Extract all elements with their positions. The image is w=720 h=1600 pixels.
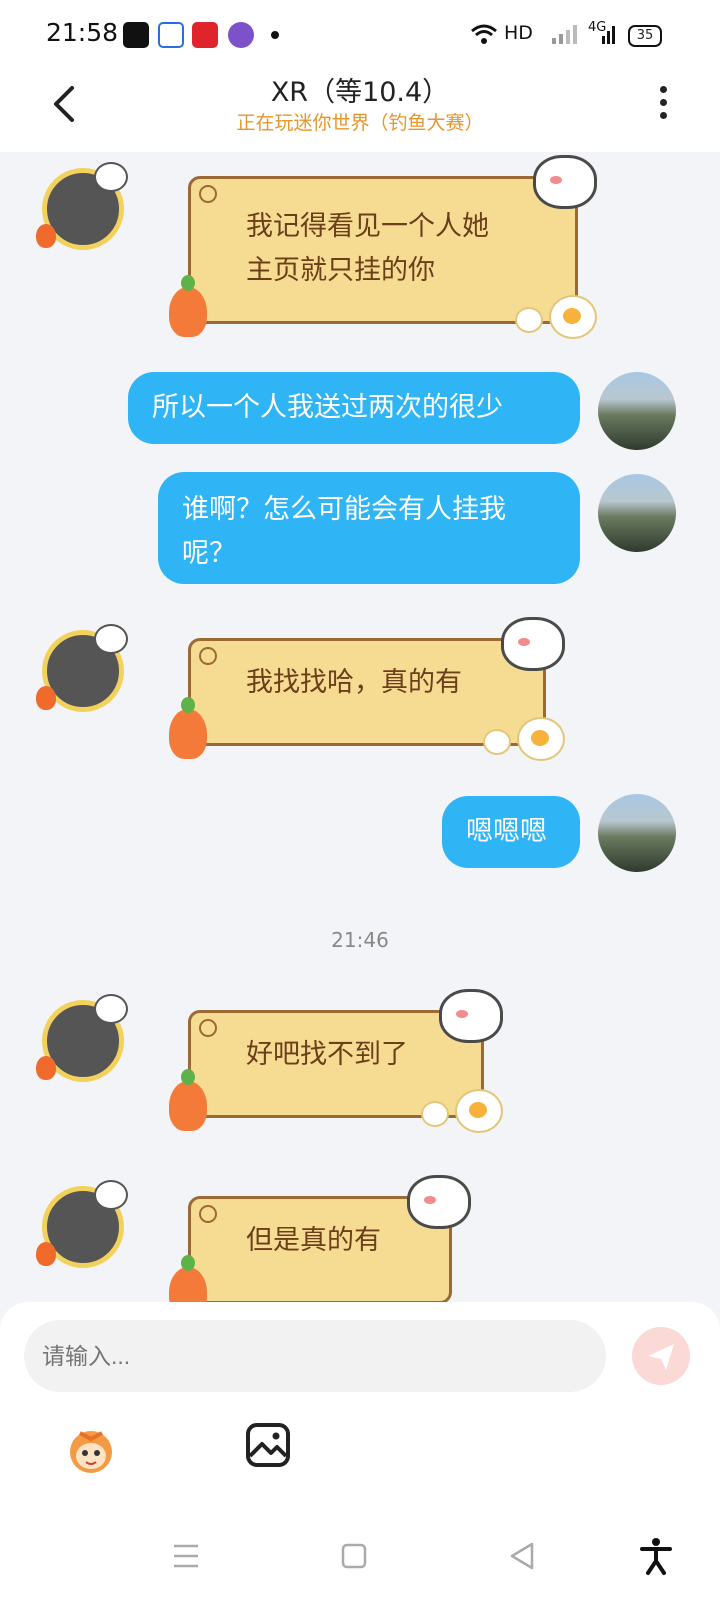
message-bubble-incoming[interactable]: 好吧找不到了 [169, 989, 503, 1133]
message-input[interactable] [24, 1320, 606, 1392]
dot [660, 86, 667, 93]
egg-sticker-icon [455, 1089, 503, 1133]
carrot-sticker-icon [169, 1255, 207, 1302]
send-icon [648, 1344, 674, 1370]
app-red-icon [192, 22, 218, 48]
message-line: 主页就只挂的你 [246, 255, 435, 286]
back-nav-button[interactable] [502, 1536, 542, 1576]
message-text: 所以一个人我送过两次的很少 [152, 392, 503, 423]
carrot-sticker-icon [169, 1069, 207, 1131]
egg-sticker-icon [549, 295, 597, 339]
send-button[interactable] [632, 1327, 690, 1385]
message-text: 但是真的有 [246, 1225, 381, 1256]
tiktok-icon [123, 22, 149, 48]
cat-decoration-icon [94, 624, 128, 654]
time-separator: 21:46 [331, 928, 389, 952]
notification-dot [271, 31, 279, 39]
app-purple-icon [228, 22, 254, 48]
message-bubble-outgoing[interactable]: 嗯嗯嗯 [442, 796, 580, 868]
message-line: 我记得看见一个人她 [246, 211, 489, 242]
chat-header: XR（等10.4） 正在玩迷你世界（钓鱼大赛） [0, 70, 720, 152]
status-time: 21:58 [46, 18, 119, 47]
egg-small-sticker-icon [421, 1101, 449, 1127]
hd-indicator: HD [504, 22, 533, 44]
home-nav-button[interactable] [334, 1536, 374, 1576]
chat-subtitle-status: 正在玩迷你世界（钓鱼大赛） [236, 112, 484, 134]
cat-sticker-icon [407, 1175, 471, 1229]
cat-sticker-icon [439, 989, 503, 1043]
carrot-decoration-icon [36, 224, 56, 248]
image-button[interactable] [245, 1422, 291, 1468]
dot [660, 99, 667, 106]
baidu-icon [158, 22, 184, 48]
pin-icon [199, 1019, 217, 1037]
signal-icon-1 [550, 22, 578, 46]
egg-small-sticker-icon [515, 307, 543, 333]
my-avatar[interactable] [598, 372, 676, 450]
more-options-button[interactable] [660, 86, 670, 126]
contact-avatar[interactable] [36, 162, 128, 250]
signal-icon-2 [594, 22, 618, 46]
egg-sticker-icon [517, 717, 565, 761]
back-triangle-icon [510, 1542, 534, 1570]
image-icon [246, 1423, 290, 1467]
carrot-decoration-icon [36, 1056, 56, 1080]
contact-avatar[interactable] [36, 1180, 128, 1268]
carrot-sticker-icon [169, 275, 207, 337]
battery-indicator: 35 [628, 25, 662, 47]
accessibility-icon [640, 1538, 672, 1575]
contact-avatar[interactable] [36, 994, 128, 1082]
chat-message-list[interactable]: 我记得看见一个人她 主页就只挂的你 所以一个人我送过两次的很少 谁啊？怎么可能会… [0, 152, 720, 1302]
message-text: 我找找哈，真的有 [246, 667, 462, 698]
carrot-decoration-icon [36, 1242, 56, 1266]
menu-nav-button[interactable] [166, 1536, 206, 1576]
emoji-button[interactable] [62, 1425, 120, 1475]
home-square-icon [341, 1543, 367, 1569]
cat-sticker-icon [501, 617, 565, 671]
dot [660, 112, 667, 119]
message-text: 好吧找不到了 [246, 1039, 408, 1070]
egg-small-sticker-icon [483, 729, 511, 755]
cat-sticker-icon [533, 155, 597, 209]
accessibility-button[interactable] [636, 1536, 676, 1576]
monkey-emoji-icon [70, 1431, 112, 1473]
pin-icon [199, 185, 217, 203]
carrot-decoration-icon [36, 686, 56, 710]
wifi-icon [470, 22, 498, 46]
message-bubble-outgoing[interactable]: 所以一个人我送过两次的很少 [128, 372, 580, 444]
cat-decoration-icon [94, 1180, 128, 1210]
my-avatar[interactable] [598, 474, 676, 552]
message-bubble-incoming[interactable]: 我找找哈，真的有 [169, 617, 565, 761]
message-bubble-incoming[interactable]: 但是真的有 [169, 1175, 471, 1302]
pin-icon [199, 647, 217, 665]
message-line: 呢？ [182, 538, 236, 569]
cat-decoration-icon [94, 994, 128, 1024]
status-bar: 21:58 HD 4G 35 [0, 0, 720, 70]
my-avatar[interactable] [598, 794, 676, 872]
carrot-sticker-icon [169, 697, 207, 759]
pin-icon [199, 1205, 217, 1223]
message-line: 谁啊？怎么可能会有人挂我 [182, 494, 506, 525]
message-text: 嗯嗯嗯 [466, 816, 547, 847]
contact-avatar[interactable] [36, 624, 128, 712]
message-bubble-incoming[interactable]: 我记得看见一个人她 主页就只挂的你 [169, 155, 597, 339]
message-bubble-outgoing[interactable]: 谁啊？怎么可能会有人挂我 呢？ [158, 472, 580, 584]
menu-icon [174, 1544, 198, 1568]
cat-decoration-icon [94, 162, 128, 192]
chat-title: XR（等10.4） [270, 77, 450, 108]
system-nav-bar [0, 1510, 720, 1600]
